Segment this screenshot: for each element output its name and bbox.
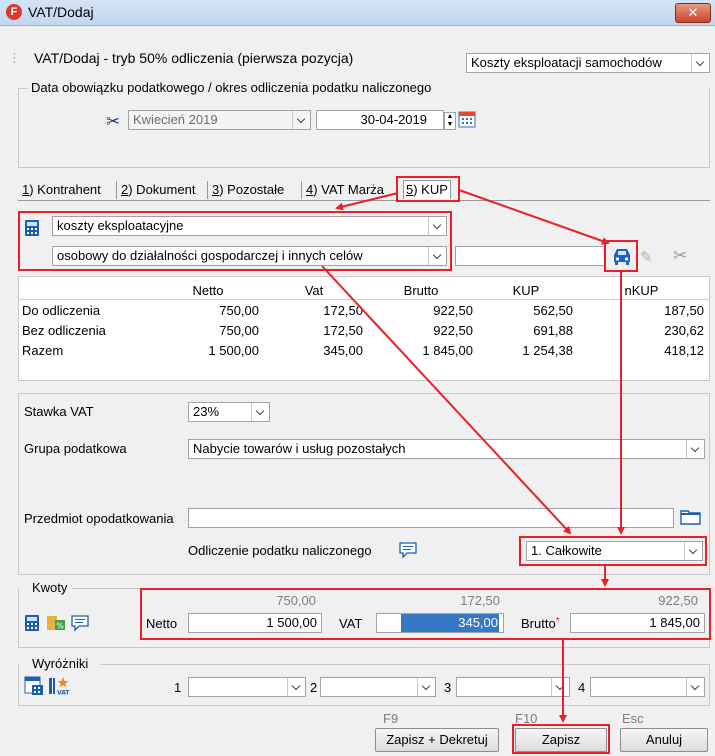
annotation-arrows (321, 189, 625, 723)
